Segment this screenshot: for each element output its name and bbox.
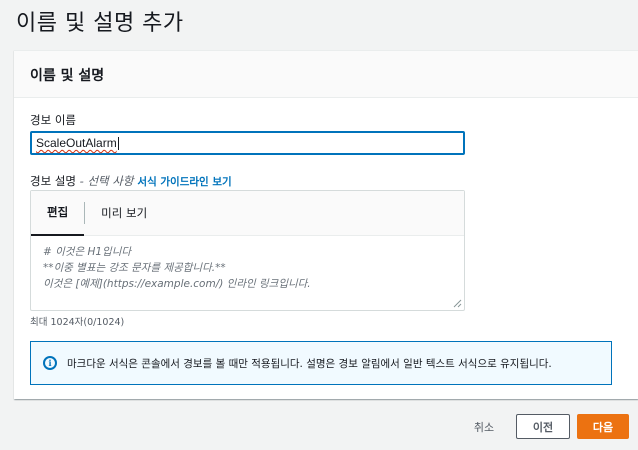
editor-tabs: 편집 미리 보기 — [31, 191, 464, 236]
character-counter: 최대 1024자(0/1024) — [30, 317, 125, 328]
optional-tag: - 선택 사항 — [75, 174, 134, 188]
placeholder-line: # 이것은 H1입니다 — [43, 246, 132, 258]
text-cursor — [117, 136, 119, 150]
panel-title: 이름 및 설명 — [30, 68, 105, 84]
next-button[interactable]: 다음 — [577, 414, 629, 439]
alarm-name-value: ScaleOutAlarm — [36, 136, 117, 150]
resize-handle-icon[interactable] — [453, 299, 462, 308]
page-title: 이름 및 설명 추가 — [16, 11, 184, 36]
formatting-guide-link[interactable]: 서식 가이드라인 보기 — [137, 176, 231, 188]
alarm-description-label: 경보 설명 - 선택 사항 서식 가이드라인 보기 — [30, 173, 232, 189]
placeholder-line: **이중 별표는 강조 문자를 제공합니다.** — [43, 262, 226, 274]
description-textarea[interactable]: # 이것은 H1입니다 **이중 별표는 강조 문자를 제공합니다.** 이것은… — [31, 236, 464, 300]
alarm-name-label: 경보 이름 — [30, 113, 76, 127]
panel-header: 이름 및 설명 — [14, 51, 638, 98]
info-text: 마크다운 서식은 콘솔에서 경보를 볼 때만 적용됩니다. 설명은 경보 알림에… — [67, 357, 552, 370]
tab-edit[interactable]: 편집 — [31, 191, 85, 236]
info-alert: i 마크다운 서식은 콘솔에서 경보를 볼 때만 적용됩니다. 설명은 경보 알… — [30, 341, 612, 385]
description-label-text: 경보 설명 — [30, 174, 76, 188]
previous-button[interactable]: 이전 — [516, 414, 570, 439]
name-description-panel: 이름 및 설명 경보 이름 ScaleOutAlarm 경보 설명 - 선택 사… — [14, 50, 638, 399]
alarm-name-input[interactable]: ScaleOutAlarm — [30, 131, 465, 155]
placeholder-line: 이것은 [예제](https://example.com/) 인라인 링크입니다… — [43, 278, 311, 290]
description-editor: 편집 미리 보기 # 이것은 H1입니다 **이중 별표는 강조 문자를 제공합… — [30, 190, 465, 311]
cancel-button[interactable]: 취소 — [462, 414, 506, 439]
info-icon: i — [43, 356, 57, 370]
tab-preview[interactable]: 미리 보기 — [85, 191, 163, 236]
